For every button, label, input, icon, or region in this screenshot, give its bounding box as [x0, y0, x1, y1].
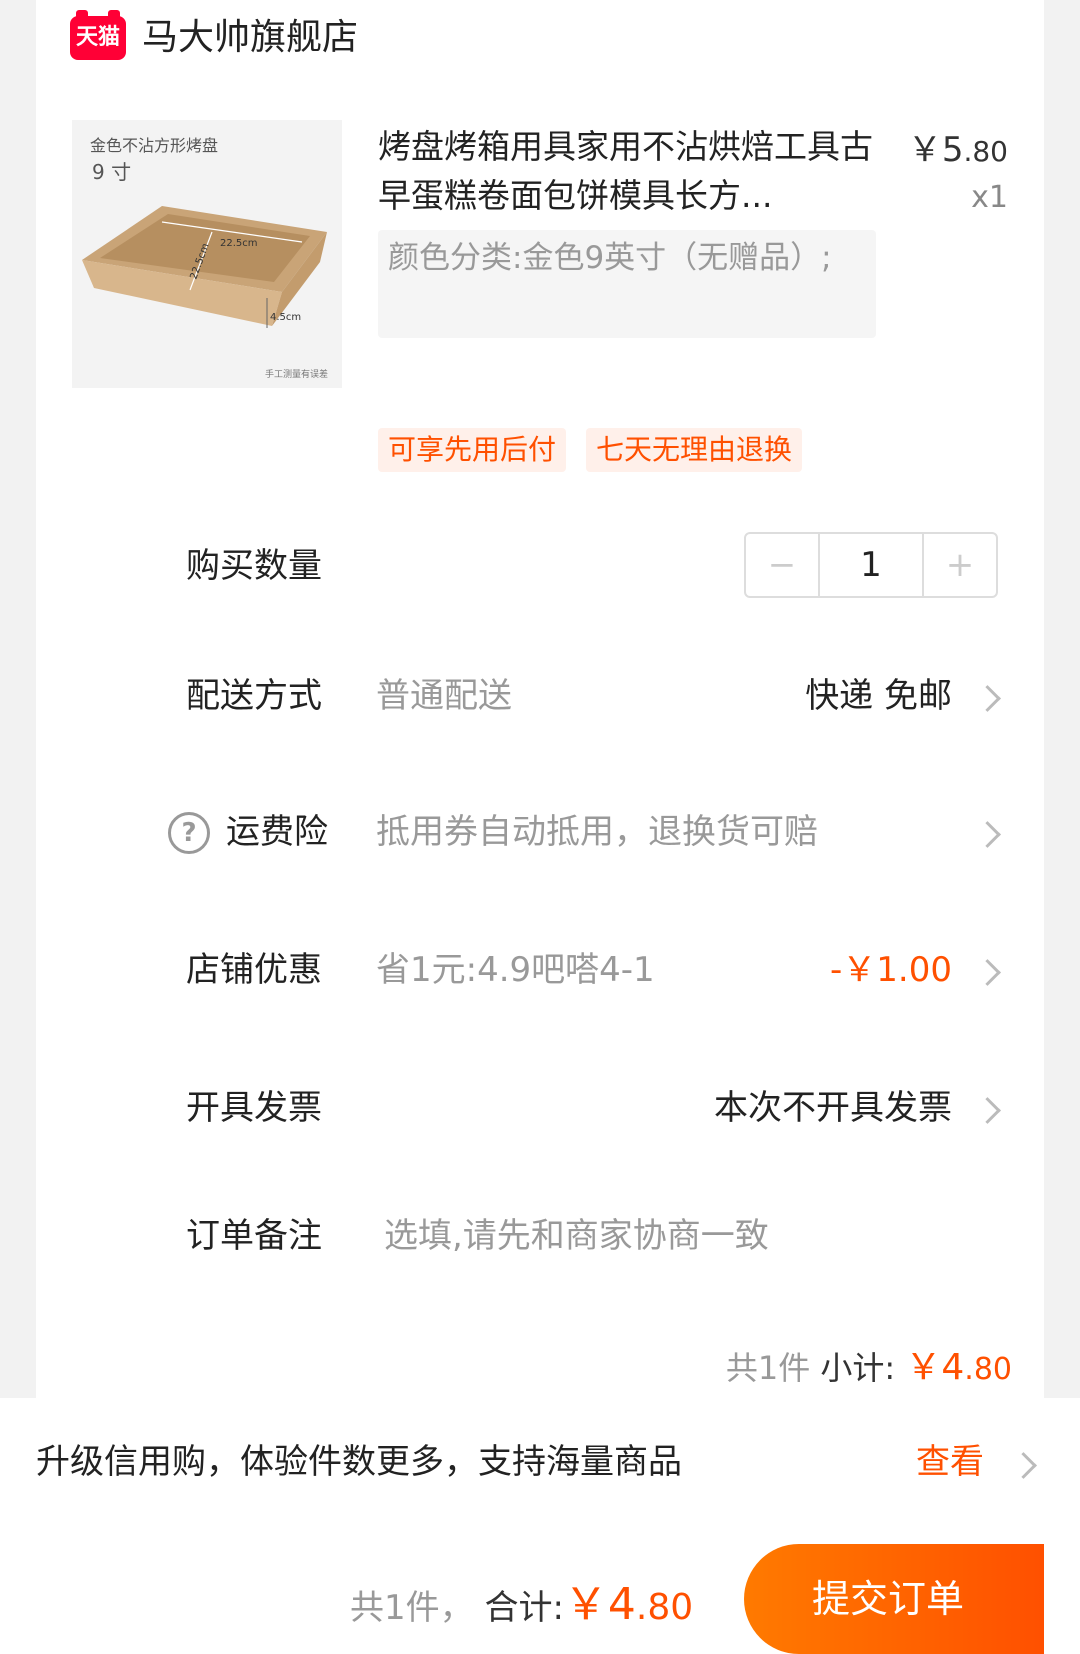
discount-label: 店铺优惠: [186, 950, 322, 990]
note-input[interactable]: 选填,请先和商家协商一致: [384, 1212, 769, 1260]
baking-tray-illustration: 22.5cm 22.5cm 4.5cm: [82, 206, 327, 328]
product-quantity: x1: [971, 180, 1008, 215]
subtotal-count: 共1件: [725, 1349, 811, 1387]
help-icon[interactable]: ?: [168, 812, 210, 854]
price-dec: .80: [963, 135, 1008, 168]
decrement-button[interactable]: −: [746, 534, 818, 596]
discount-desc: 省1元:4.9吧嗒4-1: [376, 950, 655, 990]
order-total: 共1件， 合计:￥4.80: [350, 1578, 693, 1635]
tmall-logo-icon: 天猫: [70, 10, 126, 60]
quantity-label: 购买数量: [186, 546, 322, 586]
subtotal-dec: .80: [964, 1352, 1012, 1387]
dim-width-label: 22.5cm: [220, 238, 258, 249]
total-symbol: ￥: [563, 1579, 608, 1630]
subtotal-amount: ￥4.80: [905, 1347, 1012, 1388]
invoice-value[interactable]: 本次不开具发票: [714, 1084, 952, 1132]
total-count: 共1件，: [350, 1588, 474, 1628]
credit-view-link[interactable]: 查看: [916, 1438, 984, 1486]
increment-button[interactable]: +: [924, 534, 996, 596]
dim-height-label: 4.5cm: [270, 312, 301, 323]
subtotal-symbol: ￥: [905, 1347, 942, 1388]
tag-pay-later: 可享先用后付: [378, 428, 567, 472]
sku-selection[interactable]: 颜色分类:金色9英寸（无赠品）;: [378, 230, 876, 338]
tag-seven-day-return: 七天无理由退换: [586, 428, 803, 472]
product-price-block: ￥5.80 x1: [908, 126, 1008, 220]
price-symbol: ￥: [907, 130, 942, 170]
total-int: 4: [607, 1579, 636, 1630]
credit-banner[interactable]: 升级信用购，体验件数更多，支持海量商品 查看: [0, 1398, 1080, 1528]
subtotal-label: 小计:: [820, 1349, 896, 1387]
product-price: ￥5.80: [908, 126, 1008, 176]
discount-value[interactable]: -￥1.00: [830, 946, 952, 994]
credit-text: 升级信用购，体验件数更多，支持海量商品: [36, 1442, 682, 1482]
submit-order-button[interactable]: 提交订单: [744, 1544, 1044, 1654]
subtotal-int: 4: [941, 1347, 965, 1388]
insurance-label: 运费险: [226, 812, 328, 852]
price-int: 5: [941, 130, 964, 170]
total-label: 合计:: [484, 1588, 564, 1628]
total-dec: .80: [635, 1587, 694, 1628]
quantity-input[interactable]: 1: [818, 534, 924, 596]
total-amount: ￥4.80: [564, 1579, 693, 1630]
delivery-method: 普通配送: [376, 676, 512, 716]
invoice-label: 开具发票: [186, 1088, 322, 1128]
quantity-stepper: − 1 +: [744, 532, 998, 598]
chevron-right-icon[interactable]: [1010, 1452, 1037, 1479]
subtotal: 共1件 小计: ￥4.80: [726, 1344, 1012, 1394]
note-label: 订单备注: [186, 1216, 322, 1256]
product-title[interactable]: 烤盘烤箱用具家用不沾烘焙工具古早蛋糕卷面包饼模具长方...: [378, 122, 878, 220]
insurance-value[interactable]: 抵用券自动抵用，退换货可赔: [376, 808, 818, 856]
image-note: 手工测量有误差: [264, 370, 328, 380]
product-image[interactable]: 金色不沾方形烤盘 9 寸 22.5cm 22.5cm 4.5cm 手工测量有误差: [72, 120, 342, 388]
delivery-label: 配送方式: [186, 676, 322, 716]
shop-name[interactable]: 马大帅旗舰店: [142, 14, 358, 62]
delivery-value[interactable]: 快递 免邮: [805, 672, 952, 720]
